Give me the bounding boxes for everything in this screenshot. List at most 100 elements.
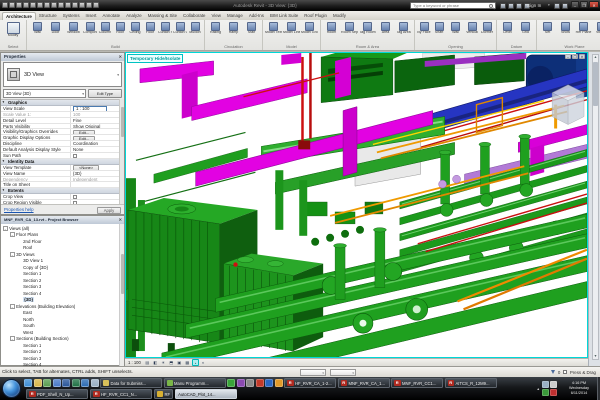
taskbar-window-button[interactable]: RHF_RVR_CC1_N... [90, 389, 152, 399]
tab-bim-link-suite[interactable]: BIM Link Suite [267, 12, 301, 20]
close-button[interactable]: ✕ [589, 1, 599, 8]
ribbon-button-railing[interactable]: Railing [207, 21, 224, 39]
button-visibility-graphics-overrides[interactable]: Edit... [73, 130, 95, 135]
minimize-button[interactable]: – [571, 1, 579, 8]
maximize-button[interactable]: ❐ [580, 1, 588, 8]
scroll-up-icon[interactable]: ▲ [592, 54, 599, 61]
sign-in-button[interactable]: Sign In [527, 0, 541, 11]
onenote-icon[interactable] [237, 379, 245, 387]
ribbon-button-room-separator[interactable]: Room Separator [341, 21, 358, 39]
exit-icon[interactable] [562, 3, 568, 9]
properties-section-graphics[interactable]: Graphics [1, 100, 121, 106]
tab-manage[interactable]: Manage [224, 12, 246, 20]
update-icon[interactable] [542, 389, 549, 396]
section-icon[interactable] [79, 2, 85, 8]
network-icon[interactable] [542, 381, 549, 388]
tab-view[interactable]: View [209, 12, 224, 20]
show-crop-region-icon[interactable]: ▦ [184, 359, 191, 366]
sign-in-caret-icon[interactable]: ▾ [548, 0, 550, 11]
apply-button[interactable]: Apply [97, 207, 121, 214]
calculator-icon[interactable] [246, 379, 254, 387]
project-browser-close-icon[interactable]: ✕ [119, 216, 122, 224]
taskbar-clock[interactable]: 4:16 PM Wednesday 6/11/2014 [562, 381, 596, 396]
shadows-icon[interactable]: ⬒ [168, 359, 175, 366]
media-player-icon[interactable] [53, 379, 61, 387]
tray-expand-icon[interactable]: ▲ [537, 387, 540, 391]
temporary-hide-isolate-icon[interactable]: ◔ [192, 359, 199, 366]
open-icon[interactable] [9, 2, 15, 8]
taskbar-window-button[interactable]: RF [154, 389, 173, 399]
reveal-hidden-elements-icon[interactable]: ◐ [200, 359, 207, 366]
measure-icon[interactable] [51, 2, 57, 8]
search-input[interactable] [411, 3, 489, 9]
crop-view-icon[interactable]: ▣ [176, 359, 183, 366]
checkbox-sun-path[interactable] [73, 154, 77, 158]
save-icon[interactable] [16, 2, 22, 8]
scroll-down-icon[interactable]: ▼ [592, 353, 599, 360]
properties-section-identity-data[interactable]: Identity Data [1, 159, 121, 165]
infocenter-search[interactable] [410, 2, 496, 9]
drawing-area[interactable]: Temporary Hide/Isolate –❐✕ [125, 52, 588, 358]
ribbon-button-room[interactable]: Room [323, 21, 340, 39]
taskbar-revit-button[interactable]: RMNF_RVR_CC1... [391, 378, 443, 388]
ribbon-button-show[interactable]: Show [557, 21, 574, 39]
ribbon-button-set[interactable]: Set [539, 21, 556, 39]
taskbar-revit-button[interactable]: RHF_RVR_CA_1-2... [284, 378, 336, 388]
ribbon-button-wall[interactable]: Wall [29, 21, 46, 39]
quick-access-caret-icon[interactable] [93, 2, 99, 8]
taskbar-window-button[interactable]: Manu Programm... [164, 378, 226, 388]
ribbon-button-floor[interactable]: Floor [143, 21, 157, 39]
ribbon-button-model-text[interactable]: Model Text [265, 21, 282, 39]
ribbon-button-window[interactable]: Window [65, 21, 82, 39]
ribbon-button-shaft[interactable]: Shaft [432, 21, 446, 39]
windows-explorer-icon[interactable] [34, 379, 42, 387]
ribbon-button-curtain-system[interactable]: Curtain System [158, 21, 172, 39]
ribbon-button-grid[interactable]: Grid [517, 21, 534, 39]
tab-add-ins[interactable]: Add-Ins [246, 12, 267, 20]
3d-model-view[interactable] [126, 53, 587, 357]
ribbon-button-wall[interactable]: Wall [447, 21, 464, 39]
button-graphic-display-options[interactable]: Edit... [73, 136, 95, 141]
notepad-icon[interactable] [91, 379, 99, 387]
ribbon-button-level[interactable]: Level [499, 21, 516, 39]
tab-massing-site[interactable]: Massing & Site [145, 12, 180, 20]
tab-structure[interactable]: Structure [36, 12, 60, 20]
adobe-reader-icon[interactable] [256, 379, 264, 387]
ribbon-button-roof[interactable]: Roof [113, 21, 127, 39]
print-icon[interactable] [44, 2, 50, 8]
tag-by-category-icon[interactable] [65, 2, 71, 8]
project-browser-scrollbar[interactable] [119, 224, 124, 366]
snipping-tool-icon[interactable] [227, 379, 235, 387]
ribbon-button-area[interactable]: Area [377, 21, 394, 39]
properties-section-extents[interactable]: Extents [1, 188, 121, 194]
outlook-icon[interactable] [81, 379, 89, 387]
tab-insert[interactable]: Insert [83, 12, 100, 20]
tab-analyze[interactable]: Analyze [123, 12, 145, 20]
ribbon-button-model-group[interactable]: Model Group [301, 21, 318, 39]
press-drag-checkbox[interactable] [563, 370, 567, 374]
word-icon[interactable] [62, 379, 70, 387]
detail-level-icon[interactable]: ▤ [144, 359, 151, 366]
taskbar-window-button[interactable]: RPDF_Shell_N_Up... [26, 389, 88, 399]
view-scale[interactable]: 1 : 100 [127, 359, 143, 366]
ribbon-button-curtain-grid[interactable]: Curtain Grid [173, 21, 187, 39]
app-menu-icon[interactable] [2, 2, 8, 8]
ribbon-button-ramp[interactable]: Ramp [225, 21, 242, 39]
sync-with-central-icon[interactable] [23, 2, 29, 8]
ribbon-button-dormer[interactable]: Dormer [480, 21, 494, 39]
checkbox-crop-view[interactable] [73, 195, 77, 199]
value-view-scale[interactable]: 1 : 100 [73, 106, 107, 111]
design-options-dropdown[interactable] [330, 369, 356, 376]
ribbon-button-tag-room[interactable]: Tag Room [359, 21, 376, 39]
tree-expander-icon[interactable]: - [3, 226, 8, 231]
taskbar-revit-button[interactable]: RAITCS_R_12M9... [445, 378, 497, 388]
filter-icon[interactable] [551, 370, 555, 374]
ribbon-button-stair[interactable]: Stair [243, 21, 260, 39]
volume-icon[interactable] [550, 381, 557, 388]
tab-collaborate[interactable]: Collaborate [180, 12, 208, 20]
type-selector-caret-icon[interactable]: ▾ [117, 73, 119, 77]
search-icon[interactable] [489, 4, 493, 8]
default-3d-view-icon[interactable] [72, 2, 78, 8]
ribbon-button-ceiling[interactable]: Ceiling [128, 21, 142, 39]
redo-icon[interactable] [37, 2, 43, 8]
